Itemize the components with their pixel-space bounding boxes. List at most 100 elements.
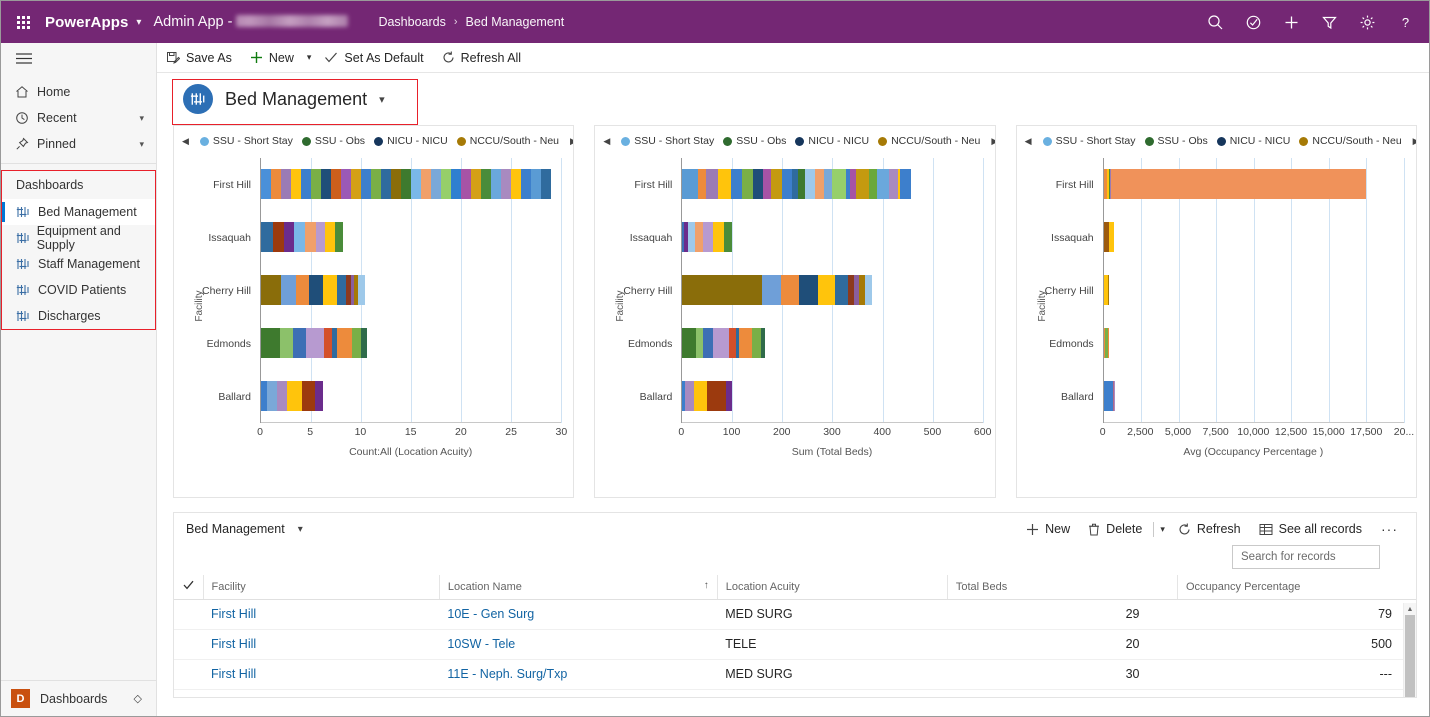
bar-segment[interactable] — [718, 169, 731, 200]
stacked-bar[interactable] — [682, 327, 770, 358]
gear-icon[interactable] — [1349, 1, 1385, 43]
scrollbar-thumb[interactable] — [1405, 615, 1415, 697]
bar-segment[interactable] — [771, 169, 783, 200]
table-row[interactable]: First Hill 11E - Neph. Surg/Txp MED SURG 30… — [174, 659, 1416, 690]
bar-segment[interactable] — [302, 380, 315, 411]
bar-segment[interactable] — [869, 169, 877, 200]
bar-segment[interactable] — [401, 169, 411, 200]
filter-icon[interactable] — [1311, 1, 1347, 43]
bar-segment[interactable] — [695, 222, 704, 253]
bar-segment[interactable] — [889, 169, 899, 200]
bar-segment[interactable] — [682, 327, 697, 358]
nav-collapse-button[interactable] — [1, 43, 156, 73]
stacked-bar[interactable] — [1103, 380, 1115, 411]
bar-segment[interactable] — [281, 169, 291, 200]
bar-segment[interactable] — [1103, 380, 1114, 411]
subgrid-more-commands-icon[interactable]: ··· — [1371, 521, 1408, 537]
sort-ascending-icon[interactable]: ↑ — [704, 580, 709, 591]
set-as-default-button[interactable]: Set As Default — [315, 43, 432, 72]
bar-segment[interactable] — [337, 327, 352, 358]
new-button[interactable]: New — [241, 43, 303, 72]
sidebar-item-staff-management[interactable]: Staff Management — [2, 251, 155, 277]
bar-segment[interactable] — [730, 169, 742, 200]
select-all-checkbox[interactable] — [174, 575, 204, 600]
bar-segment[interactable] — [1109, 222, 1115, 253]
bar-segment[interactable] — [1107, 327, 1109, 358]
bar-segment[interactable] — [341, 169, 351, 200]
subgrid-delete-button[interactable]: Delete — [1079, 516, 1151, 542]
subgrid-view-chevron-down-icon[interactable]: ▾ — [298, 524, 303, 535]
legend-item-nicu[interactable]: NICU - NICU — [795, 135, 869, 147]
scroll-up-icon[interactable]: ▲ — [1404, 603, 1416, 615]
bar-segment[interactable] — [1114, 380, 1115, 411]
bar-segment[interactable] — [292, 327, 307, 358]
bar-segment[interactable] — [325, 222, 335, 253]
bar-segment[interactable] — [798, 169, 806, 200]
stacked-bar[interactable] — [261, 222, 344, 253]
breadcrumb-current[interactable]: Bed Management — [466, 15, 565, 29]
brand-powerapps[interactable]: PowerApps — [45, 14, 132, 31]
area-switcher[interactable]: D Dashboards ◇ — [1, 680, 156, 716]
column-header-location-name[interactable]: Location Name ↑ — [438, 575, 718, 600]
bar-segment[interactable] — [491, 169, 501, 200]
stacked-bar[interactable] — [261, 169, 551, 200]
bar-segment[interactable] — [726, 380, 733, 411]
subgrid-refresh-button[interactable]: Refresh — [1169, 516, 1250, 542]
sidebar-item-bed-management[interactable]: Bed Management — [2, 199, 155, 225]
bar-segment[interactable] — [261, 274, 282, 305]
cell-location-name[interactable]: 10SW - Tele — [439, 629, 718, 660]
legend-item-ssu-short-stay[interactable]: SSU - Short Stay — [621, 135, 714, 147]
bar-segment[interactable] — [760, 327, 765, 358]
bar-segment[interactable] — [381, 169, 391, 200]
legend-item-nccu-south-neu[interactable]: NCCU/South - Neu — [1299, 135, 1402, 147]
bar-segment[interactable] — [696, 327, 704, 358]
search-input-wrapper[interactable] — [1232, 545, 1397, 569]
bar-segment[interactable] — [309, 274, 324, 305]
sidebar-item-pinned[interactable]: Pinned ▾ — [1, 131, 156, 157]
legend-item-ssu-obs[interactable]: SSU - Obs — [301, 135, 365, 147]
cell-location-name[interactable]: 10E - Gen Surg — [439, 599, 718, 630]
bar-segment[interactable] — [1110, 169, 1367, 200]
bar-segment[interactable] — [682, 274, 763, 305]
bar-segment[interactable] — [311, 169, 321, 200]
bar-segment[interactable] — [752, 169, 763, 200]
bar-segment[interactable] — [682, 169, 699, 200]
bar-segment[interactable] — [738, 327, 752, 358]
dashboard-selector-chevron-down-icon[interactable]: ▾ — [379, 93, 385, 106]
bar-segment[interactable] — [321, 169, 331, 200]
breadcrumb-dashboards[interactable]: Dashboards — [378, 15, 445, 29]
column-header-facility[interactable]: Facility — [202, 575, 440, 600]
bar-segment[interactable] — [751, 327, 761, 358]
column-header-occupancy-percentage[interactable]: Occupancy Percentage — [1176, 575, 1416, 600]
help-icon[interactable]: ? — [1387, 1, 1423, 43]
subgrid-new-button[interactable]: New — [1017, 516, 1079, 542]
bar-segment[interactable] — [261, 169, 271, 200]
bar-segment[interactable] — [431, 169, 441, 200]
bar-segment[interactable] — [283, 222, 294, 253]
bar-segment[interactable] — [261, 327, 281, 358]
bar-segment[interactable] — [351, 327, 362, 358]
bar-segment[interactable] — [280, 327, 293, 358]
stacked-bar[interactable] — [261, 274, 366, 305]
bar-segment[interactable] — [694, 380, 708, 411]
bar-segment[interactable] — [305, 222, 316, 253]
bar-segment[interactable] — [331, 169, 341, 200]
new-chevron-down-icon[interactable]: ▾ — [303, 52, 316, 63]
search-input[interactable] — [1239, 550, 1397, 564]
row-checkbox[interactable] — [174, 629, 204, 660]
refresh-all-button[interactable]: Refresh All — [433, 43, 530, 72]
bar-segment[interactable] — [301, 169, 311, 200]
bar-segment[interactable] — [391, 169, 401, 200]
legend-next-icon[interactable]: ▶ — [989, 136, 994, 147]
stacked-bar[interactable] — [682, 222, 735, 253]
bar-segment[interactable] — [295, 274, 310, 305]
stacked-bar[interactable] — [261, 327, 368, 358]
check-circle-icon[interactable] — [1235, 1, 1271, 43]
chevron-down-icon[interactable]: ▾ — [139, 139, 156, 150]
bar-segment[interactable] — [371, 169, 381, 200]
bar-segment[interactable] — [815, 169, 825, 200]
legend-prev-icon[interactable]: ◀ — [180, 136, 191, 147]
bar-segment[interactable] — [323, 327, 333, 358]
bar-segment[interactable] — [451, 169, 461, 200]
bar-segment[interactable] — [315, 222, 326, 253]
